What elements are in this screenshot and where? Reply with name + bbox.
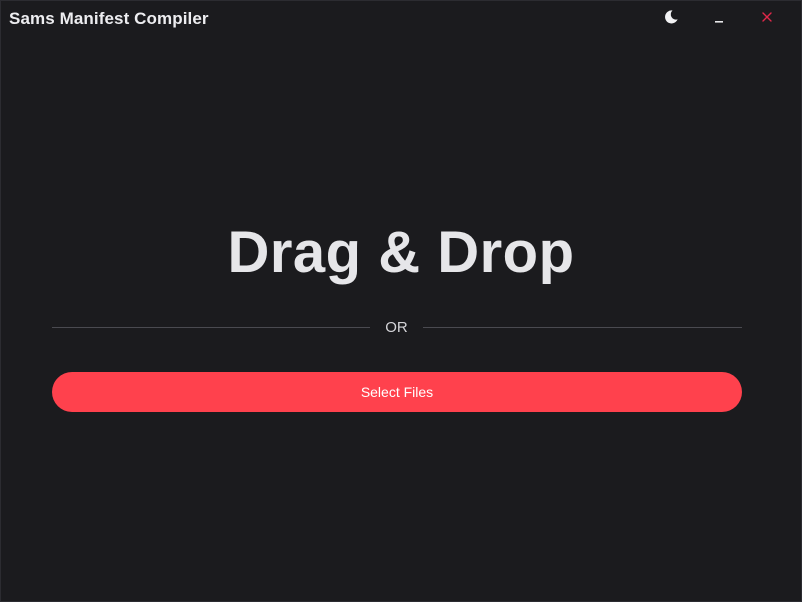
minimize-button[interactable]	[707, 7, 731, 31]
close-icon	[760, 10, 774, 29]
divider-left	[52, 327, 370, 328]
minimize-icon	[712, 10, 726, 29]
drop-zone-heading: Drag & Drop	[227, 220, 575, 285]
title-bar[interactable]: Sams Manifest Compiler	[1, 1, 801, 37]
theme-toggle-button[interactable]	[659, 7, 683, 31]
close-button[interactable]	[755, 7, 779, 31]
app-title: Sams Manifest Compiler	[9, 9, 209, 28]
moon-icon	[663, 9, 679, 30]
divider-right	[423, 327, 742, 328]
divider-or-label: OR	[385, 319, 408, 336]
app-window: Sams Manifest Compiler Drag & Drop OR Se…	[0, 0, 802, 602]
select-files-button[interactable]: Select Files	[52, 372, 742, 412]
